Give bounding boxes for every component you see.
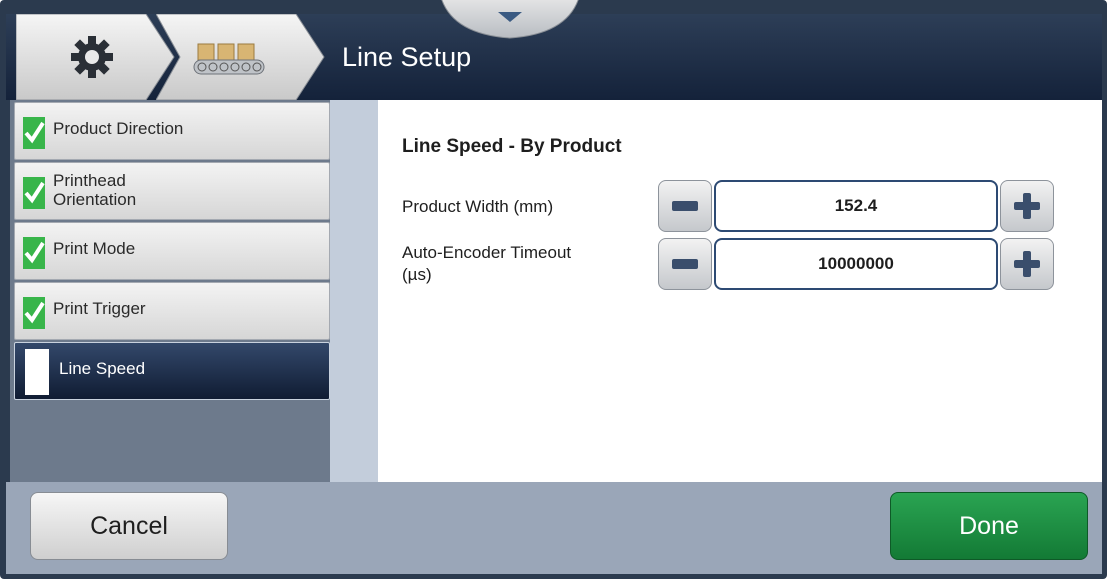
sidebar-item-label: Line Speed xyxy=(59,359,146,378)
sidebar-item-product-direction[interactable]: Product Direction xyxy=(14,102,330,160)
product-width-input[interactable]: 152.4 xyxy=(714,180,998,232)
menu-dropdown-tab[interactable] xyxy=(440,0,580,40)
breadcrumb-line[interactable] xyxy=(156,14,326,100)
footer-bar: Cancel Done xyxy=(6,482,1102,574)
minus-icon xyxy=(672,259,698,269)
check-icon xyxy=(23,297,45,329)
sidebar-item-print-mode[interactable]: Print Mode xyxy=(14,222,330,280)
sidebar-item-label: Print Mode xyxy=(53,239,136,258)
incomplete-indicator xyxy=(25,349,49,395)
sidebar-item-label: Product Direction xyxy=(53,119,184,138)
conveyor-icon xyxy=(193,43,265,75)
gear-icon xyxy=(71,36,113,78)
sidebar-item-printhead-orientation[interactable]: Printhead Orientation xyxy=(14,162,330,220)
minus-icon xyxy=(672,201,698,211)
encoder-timeout-decrement-button[interactable] xyxy=(658,238,712,290)
check-icon xyxy=(23,177,45,209)
sidebar-item-print-trigger[interactable]: Print Trigger xyxy=(14,282,330,340)
sidebar-item-line-speed[interactable]: Line Speed xyxy=(14,342,330,400)
sidebar-item-label: Print Trigger xyxy=(53,299,146,318)
section-title: Line Speed - By Product xyxy=(402,136,622,157)
product-width-increment-button[interactable] xyxy=(1000,180,1054,232)
product-width-decrement-button[interactable] xyxy=(658,180,712,232)
scroll-track[interactable] xyxy=(330,100,378,482)
encoder-timeout-label: Auto-Encoder Timeout (µs) xyxy=(402,243,572,284)
done-button[interactable]: Done xyxy=(890,492,1088,560)
encoder-timeout-input[interactable]: 10000000 xyxy=(714,238,998,290)
check-icon xyxy=(23,117,45,149)
encoder-timeout-increment-button[interactable] xyxy=(1000,238,1054,290)
breadcrumb-settings[interactable] xyxy=(16,14,176,100)
plus-icon xyxy=(1014,251,1040,277)
sidebar-item-label: Printhead Orientation xyxy=(53,171,137,209)
page-title: Line Setup xyxy=(342,42,472,72)
product-width-label: Product Width (mm) xyxy=(402,197,554,216)
check-icon xyxy=(23,237,45,269)
plus-icon xyxy=(1014,193,1040,219)
setup-step-list: Product Direction Printhead Orientation … xyxy=(10,100,330,482)
cancel-button[interactable]: Cancel xyxy=(30,492,228,560)
app-window: Line Setup Product Direction Printhead O… xyxy=(0,0,1107,579)
line-speed-panel: Line Speed - By Product Product Width (m… xyxy=(378,100,1102,482)
